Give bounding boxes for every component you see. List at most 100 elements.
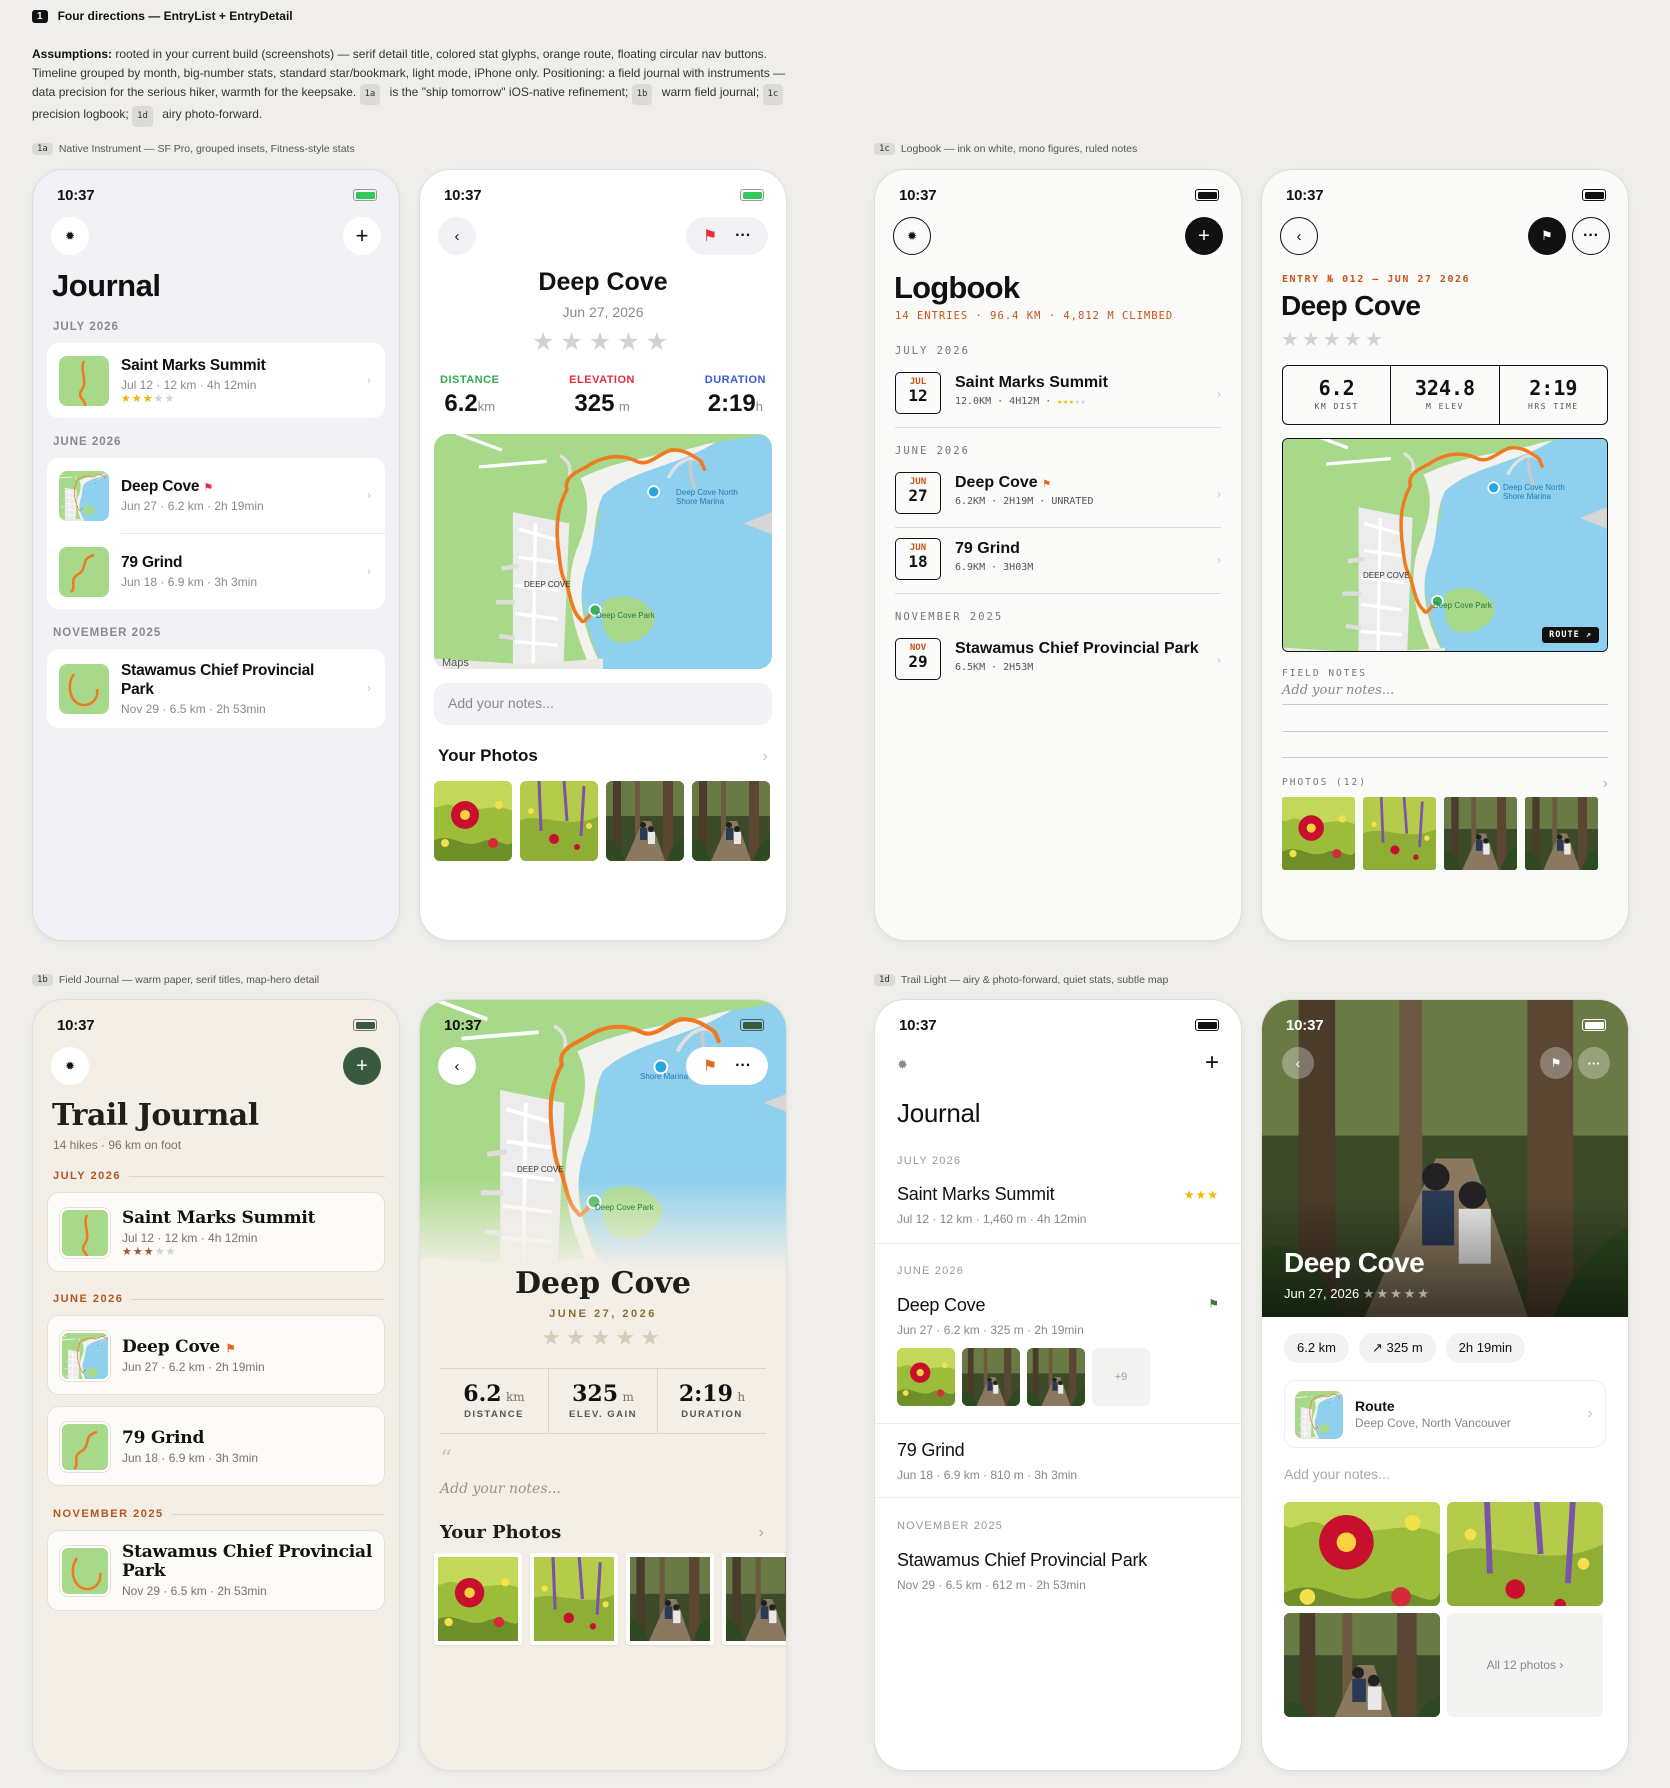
entry-name: 79 Grind xyxy=(955,540,1020,557)
more-button[interactable]: ··· xyxy=(1578,1047,1610,1079)
add-entry-button[interactable]: + xyxy=(1205,1049,1219,1077)
month-label: NOVEMBER 2025 xyxy=(53,1508,164,1520)
date-day: 18 xyxy=(908,552,928,571)
entry-name: Deep Cove xyxy=(122,1337,220,1357)
flag-icon[interactable]: ⚑ xyxy=(703,226,717,246)
photo-thumb[interactable] xyxy=(1363,797,1436,870)
back-button[interactable]: ‹ xyxy=(438,217,476,255)
photo-thumb[interactable] xyxy=(1282,797,1355,870)
chevron-right-icon[interactable]: › xyxy=(1603,775,1608,793)
stat-distance: 6.2 km DISTANCE xyxy=(440,1369,549,1433)
settings-icon[interactable]: ✹ xyxy=(897,1057,908,1073)
entry-name: Deep Cove xyxy=(955,474,1038,491)
list-item[interactable]: Deep Cove ⚑ Jun 27 · 6.2 km · 2h 19min › xyxy=(47,458,385,533)
photo-thumb[interactable] xyxy=(530,1553,618,1645)
photos-heading: Your Photos xyxy=(440,1522,562,1543)
flag-button[interactable]: ⚑ xyxy=(1528,217,1566,255)
all-photos-button[interactable]: All 12 photos › xyxy=(1447,1613,1603,1717)
map-label-marina: Deep Cove North Shore Marina xyxy=(1503,483,1565,501)
list-item[interactable]: Saint Marks Summit Jul 12 · 12 km · 1,46… xyxy=(875,1178,1241,1244)
add-entry-button[interactable]: + xyxy=(1185,217,1223,255)
notes-input[interactable]: Add your notes... xyxy=(1282,683,1608,705)
route-thumbnail xyxy=(59,663,109,714)
photo-thumb[interactable] xyxy=(1447,1502,1603,1606)
list-item[interactable]: 79 Grind Jun 18 · 6.9 km · 3h 3min › xyxy=(47,534,385,609)
assumptions-lead: Assumptions: xyxy=(32,47,113,61)
more-icon[interactable]: ··· xyxy=(735,227,751,245)
route-map[interactable]: Deep Cove North Shore Marina DEEP COVE De… xyxy=(1282,438,1608,652)
more-icon[interactable]: ··· xyxy=(735,1057,751,1075)
stat-pill-elevation: ↗ 325 m xyxy=(1359,1333,1436,1363)
chevron-right-icon[interactable]: › xyxy=(759,1524,764,1542)
back-button[interactable]: ‹ xyxy=(1280,217,1318,255)
settings-icon[interactable]: ✹ xyxy=(51,217,89,255)
list-item[interactable]: Stawamus Chief Provincial Park Nov 29 · … xyxy=(875,1540,1241,1600)
rating-stars[interactable]: ★★★★★ xyxy=(1281,327,1386,352)
stat-distance: DISTANCE 6.2km xyxy=(440,374,499,418)
settings-icon[interactable]: ✹ xyxy=(51,1047,89,1085)
tag-1b: 1b xyxy=(631,84,653,105)
photo-thumb[interactable] xyxy=(722,1553,786,1645)
list-item[interactable]: NOV 29 Stawamus Chief Provincial Park 6.5… xyxy=(895,628,1221,694)
settings-icon[interactable]: ✹ xyxy=(893,217,931,255)
photo-thumb[interactable] xyxy=(897,1348,955,1406)
notes-input[interactable]: Add your notes... xyxy=(434,683,772,725)
route-map-hero[interactable]: DEEP COVE Deep Cove Park Shore Marina xyxy=(420,1000,786,1270)
route-button[interactable]: ROUTE ↗ xyxy=(1542,627,1599,643)
photo-thumb[interactable] xyxy=(520,781,598,861)
photo-thumb[interactable] xyxy=(692,781,770,861)
photo-thumb[interactable] xyxy=(1284,1613,1440,1717)
list-item[interactable]: Deep Cove ⚑ Jun 27 · 6.2 km · 325 m · 2h… xyxy=(875,1288,1241,1424)
map-label-town: DEEP COVE xyxy=(524,580,571,589)
photo-thumb[interactable] xyxy=(626,1553,714,1645)
photo-thumb[interactable] xyxy=(434,781,512,861)
list-item[interactable]: JUL 12 Saint Marks Summit 12.0KM · 4H12M … xyxy=(895,362,1221,428)
maps-attribution: Maps xyxy=(442,657,469,669)
add-entry-button[interactable]: + xyxy=(343,217,381,255)
tag-1a: 1a xyxy=(359,84,381,105)
add-entry-button[interactable]: + xyxy=(343,1047,381,1085)
list-item[interactable]: Stawamus Chief Provincial Park Nov 29 · 6.… xyxy=(47,649,385,728)
stat-value: 6.2 xyxy=(444,390,478,417)
rating-stars[interactable]: ★★★★★ xyxy=(420,327,786,357)
rating-stars[interactable]: ★★★★★ xyxy=(420,1325,786,1351)
photo-thumb[interactable] xyxy=(434,1553,522,1645)
photo-thumb[interactable] xyxy=(1444,797,1517,870)
list-item[interactable]: Saint Marks Summit Jul 12 · 12 km · 4h 12… xyxy=(47,1192,385,1272)
stat-value: 6.2 xyxy=(463,1381,502,1407)
chevron-right-icon[interactable]: › xyxy=(763,748,768,766)
list-item[interactable]: Saint Marks Summit Jul 12 · 12 km · 4h 12… xyxy=(47,343,385,418)
battery-icon xyxy=(1195,1019,1219,1031)
more-button[interactable]: ··· xyxy=(1572,217,1610,255)
back-button[interactable]: ‹ xyxy=(438,1047,476,1085)
list-item[interactable]: JUN 27 Deep Cove ⚑ 6.2KM · 2H19M · UNRATE… xyxy=(895,462,1221,528)
route-map[interactable]: Maps Deep Cove North Shore Marina DEEP CO… xyxy=(434,434,772,669)
nav-actions: ⚑ ··· xyxy=(686,217,768,255)
list-item[interactable]: Stawamus Chief Provincial Park Nov 29 · 6.… xyxy=(47,1530,385,1611)
list-item[interactable]: Deep Cove ⚑ Jun 27 · 6.2 km · 2h 19min xyxy=(47,1315,385,1395)
photo-thumb[interactable] xyxy=(1284,1502,1440,1606)
stat-value: 325 xyxy=(572,1381,619,1407)
notes-input[interactable]: Add your notes... xyxy=(1284,1466,1390,1482)
more-photos-tile[interactable]: +9 xyxy=(1092,1348,1150,1406)
rating-stars[interactable]: ★★★★★ xyxy=(1363,1286,1431,1301)
chevron-right-icon: › xyxy=(367,487,371,502)
section-caption: Trail Light — airy & photo-forward, quie… xyxy=(900,974,1169,986)
notes-input[interactable]: Add your notes... xyxy=(440,1481,561,1497)
photo-thumb[interactable] xyxy=(1027,1348,1085,1406)
hero-photo[interactable]: Deep Cove Jun 27, 2026 ★★★★★ xyxy=(1262,1000,1628,1317)
photo-thumb[interactable] xyxy=(962,1348,1020,1406)
photo-thumb[interactable] xyxy=(606,781,684,861)
nav-actions: ⚑ ··· xyxy=(686,1047,768,1085)
list-item[interactable]: JUN 18 79 Grind 6.9KM · 3H03M › xyxy=(895,528,1221,594)
photo-thumb[interactable] xyxy=(1525,797,1598,870)
flag-icon[interactable]: ⚑ xyxy=(703,1056,717,1076)
back-button[interactable]: ‹ xyxy=(1282,1047,1314,1079)
route-thumbnail xyxy=(60,1207,110,1258)
entry-title: Deep Cove xyxy=(538,268,668,296)
flag-button[interactable]: ⚑ xyxy=(1540,1047,1572,1079)
status-time: 10:37 xyxy=(1286,1017,1324,1034)
list-item[interactable]: 79 Grind Jun 18 · 6.9 km · 3h 3min xyxy=(47,1406,385,1486)
route-card[interactable]: Route Deep Cove, North Vancouver › xyxy=(1284,1380,1606,1448)
list-item[interactable]: 79 Grind Jun 18 · 6.9 km · 810 m · 3h 3m… xyxy=(875,1424,1241,1498)
